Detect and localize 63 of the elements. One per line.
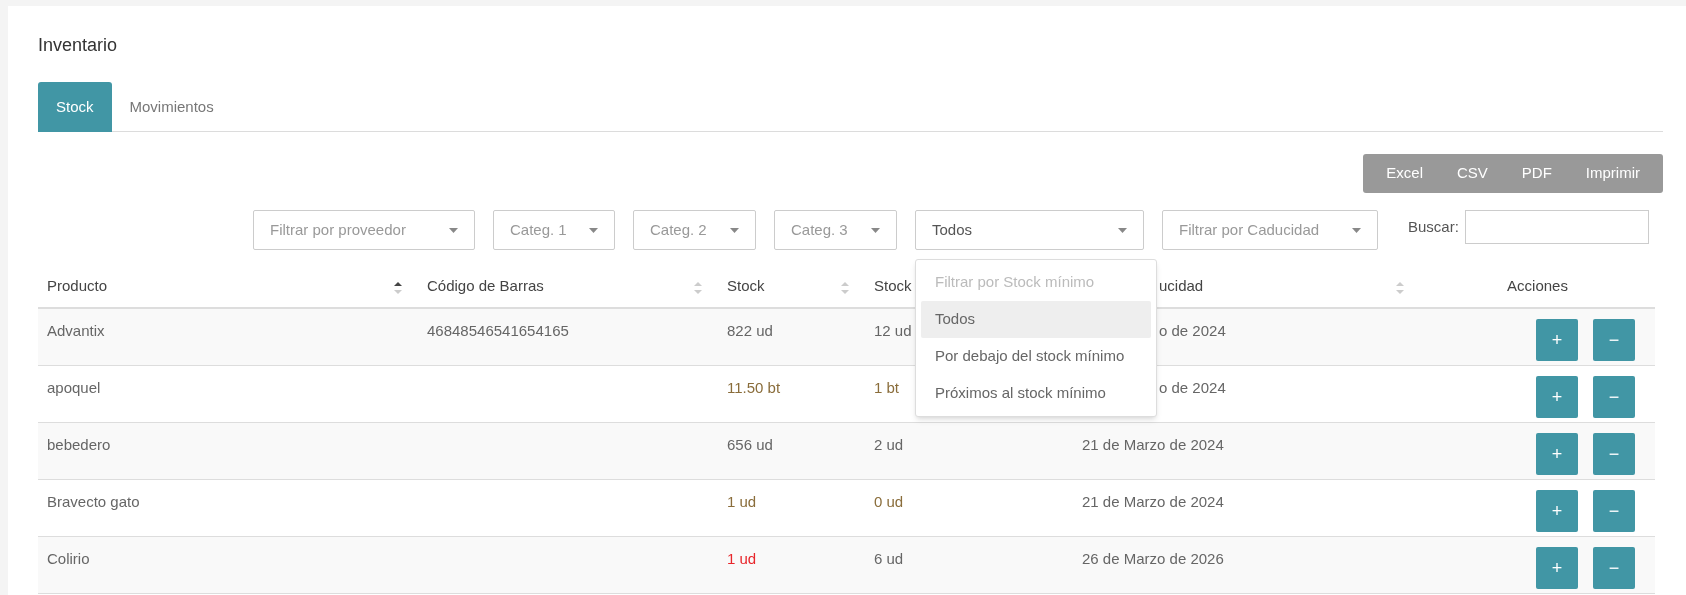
dropdown-option[interactable]: Todos xyxy=(921,301,1151,338)
select-field[interactable]: Categ. 2 xyxy=(633,210,756,250)
table-cell: 12 ud xyxy=(874,322,912,339)
remove-button[interactable]: − xyxy=(1593,433,1635,475)
table-cell: 46848546541654165 xyxy=(427,322,569,339)
caret-icon xyxy=(449,227,458,233)
remove-button[interactable]: − xyxy=(1593,490,1635,532)
caret-icon xyxy=(1352,227,1361,233)
table-cell: Bravecto gato xyxy=(47,493,140,510)
select-field[interactable]: Filtrar por proveedor xyxy=(253,210,475,250)
select-field[interactable]: Categ. 3 xyxy=(774,210,897,250)
dropdown-option[interactable]: Por debajo del stock mínimo xyxy=(921,338,1151,375)
table-cell: 1 ud xyxy=(727,493,757,510)
export-button[interactable]: Excel xyxy=(1369,154,1440,193)
caret-icon xyxy=(871,227,880,233)
select-field[interactable]: Filtrar por Caducidad xyxy=(1162,210,1378,250)
table-cell: 21 de Marzo de 2024 xyxy=(1082,493,1224,510)
select-field[interactable]: Categ. 1 xyxy=(493,210,615,250)
add-button[interactable]: + xyxy=(1536,376,1578,418)
sort-icon[interactable] xyxy=(394,281,402,295)
column-header[interactable]: Stock xyxy=(874,275,912,298)
add-button[interactable]: + xyxy=(1536,319,1578,361)
caret-icon xyxy=(589,227,598,233)
table-cell: bebedero xyxy=(47,436,111,453)
dropdown-option[interactable]: Próximos al stock mínimo xyxy=(921,375,1151,412)
add-button[interactable]: + xyxy=(1536,433,1578,475)
table-cell: o de 2024 xyxy=(1159,322,1226,339)
search-label: Buscar: xyxy=(1408,216,1459,237)
tab[interactable]: Stock xyxy=(38,82,112,132)
column-header[interactable]: Código de Barras xyxy=(427,275,544,298)
dropdown-option: Filtrar por Stock mínimo xyxy=(921,264,1151,301)
table-cell: 11.50 bt xyxy=(727,379,781,396)
table-cell: 21 de Marzo de 2024 xyxy=(1082,436,1224,453)
column-header[interactable]: ucidad xyxy=(1159,275,1204,298)
caret-icon xyxy=(730,227,739,233)
table-cell: 2 ud xyxy=(874,436,904,453)
table-cell: 0 ud xyxy=(874,493,904,510)
column-header[interactable]: Producto xyxy=(47,275,108,298)
table-cell: Advantix xyxy=(47,322,105,339)
table-cell: 26 de Marzo de 2026 xyxy=(1082,550,1224,567)
table-cell: 822 ud xyxy=(727,322,773,339)
export-button[interactable]: PDF xyxy=(1504,154,1569,193)
export-button[interactable]: CSV xyxy=(1440,154,1505,193)
table-cell: 1 bt xyxy=(874,379,900,396)
caret-icon xyxy=(1118,227,1127,233)
table-cell: 1 ud xyxy=(727,550,757,567)
search-field[interactable] xyxy=(1464,210,1649,244)
remove-button[interactable]: − xyxy=(1593,319,1635,361)
column-header[interactable]: Acciones xyxy=(1507,275,1568,298)
select-field[interactable]: Todos xyxy=(915,210,1144,250)
add-button[interactable]: + xyxy=(1536,547,1578,589)
remove-button[interactable]: − xyxy=(1593,547,1635,589)
page-title: Inventario xyxy=(38,34,118,57)
table-cell: 6 ud xyxy=(874,550,904,567)
column-header[interactable]: Stock xyxy=(727,275,765,298)
remove-button[interactable]: − xyxy=(1593,376,1635,418)
export-button[interactable]: Imprimir xyxy=(1568,154,1657,193)
table-cell: Colirio xyxy=(47,550,90,567)
table-cell: 656 ud xyxy=(727,436,773,453)
table-cell: o de 2024 xyxy=(1159,379,1226,396)
table-cell: apoquel xyxy=(47,379,101,396)
tab[interactable]: Movimientos xyxy=(111,82,232,132)
add-button[interactable]: + xyxy=(1536,490,1578,532)
